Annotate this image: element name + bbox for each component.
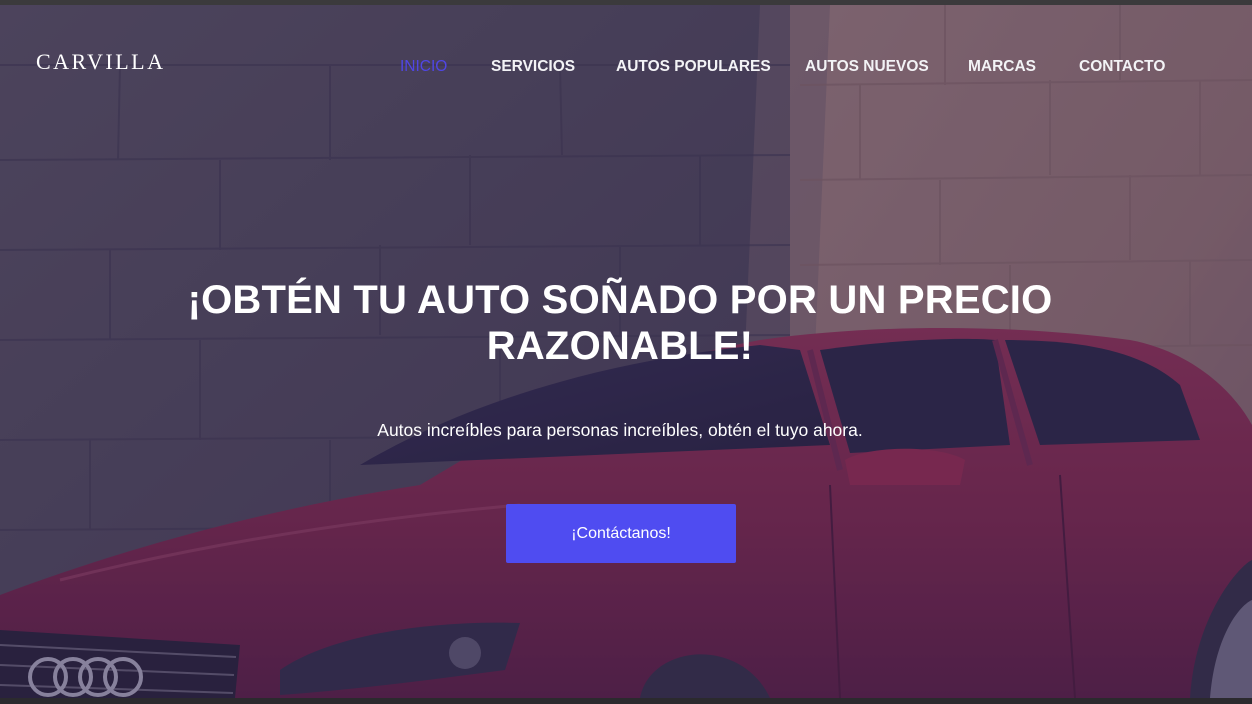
nav-item-contacto[interactable]: CONTACTO bbox=[1079, 58, 1165, 76]
contact-button[interactable]: ¡Contáctanos! bbox=[506, 504, 736, 563]
hero-section: CARVILLA INICIO SERVICIOS AUTOS POPULARE… bbox=[0, 5, 1252, 698]
hero-headline: ¡OBTÉN TU AUTO SOÑADO POR UN PRECIO RAZO… bbox=[140, 277, 1100, 369]
nav-item-marcas[interactable]: MARCAS bbox=[968, 58, 1036, 76]
nav-item-servicios[interactable]: SERVICIOS bbox=[491, 58, 575, 76]
hero-headline-line-1: ¡OBTÉN TU AUTO SOÑADO POR UN PRECIO bbox=[187, 278, 1053, 322]
nav-item-autos-populares[interactable]: AUTOS POPULARES bbox=[616, 58, 771, 76]
nav-item-autos-nuevos[interactable]: AUTOS NUEVOS bbox=[805, 58, 929, 76]
hero-headline-line-2: RAZONABLE! bbox=[486, 324, 754, 368]
nav-item-inicio[interactable]: INICIO bbox=[400, 58, 447, 76]
hero-subtitle: Autos increíbles para personas increíble… bbox=[377, 420, 863, 440]
page: CARVILLA INICIO SERVICIOS AUTOS POPULARE… bbox=[0, 0, 1252, 704]
main-nav: INICIO SERVICIOS AUTOS POPULARES AUTOS N… bbox=[0, 58, 1252, 78]
bottom-border bbox=[0, 698, 1252, 704]
